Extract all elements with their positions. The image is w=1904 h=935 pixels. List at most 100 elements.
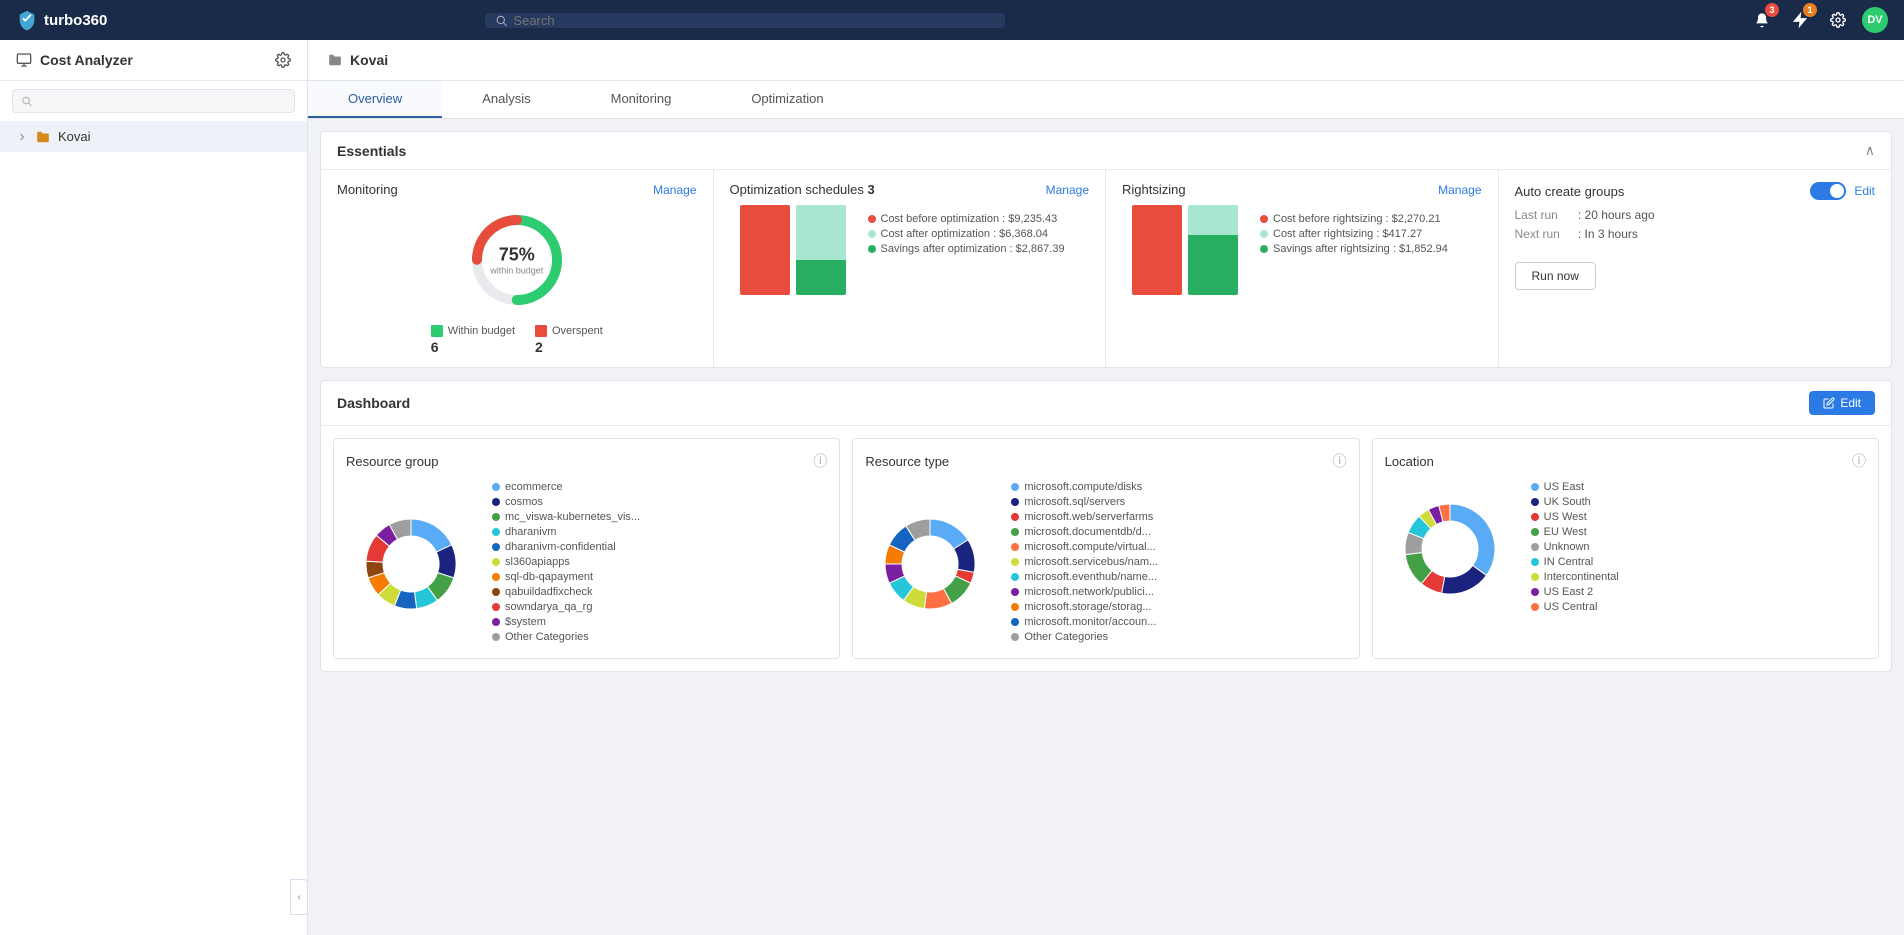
tab-analysis[interactable]: Analysis <box>442 81 570 118</box>
legend-item: microsoft.sql/servers <box>1011 496 1346 508</box>
folder-icon <box>36 130 50 144</box>
rightsizing-bar-chart <box>1122 205 1248 295</box>
optimization-header: Optimization schedules 3 Manage <box>730 182 1090 197</box>
auto-create-toggle[interactable] <box>1810 182 1846 200</box>
sidebar-settings-icon[interactable] <box>275 52 291 68</box>
toggle-knob <box>1830 184 1844 198</box>
legend-dot <box>1011 633 1019 641</box>
legend-item: IN Central <box>1531 556 1866 568</box>
legend-item: dharanivm <box>492 526 827 538</box>
settings-button[interactable] <box>1824 6 1852 34</box>
legend-dot <box>1531 603 1539 611</box>
legend-item: dharanivm-confidential <box>492 541 827 553</box>
dashboard-edit-button[interactable]: Edit <box>1809 391 1875 415</box>
budget-legend: Within budget 6 Overspent 2 <box>431 325 603 355</box>
legend-dot <box>1531 558 1539 566</box>
notifications-button[interactable]: 3 <box>1748 6 1776 34</box>
alerts-badge: 1 <box>1803 3 1817 17</box>
sidebar-search-input[interactable] <box>38 94 286 108</box>
within-budget-bar <box>431 325 443 337</box>
overspent-legend: Overspent 2 <box>535 325 603 355</box>
charts-grid: Resource group ⓘ ecommercecosmosmc_viswa… <box>321 426 1891 671</box>
sidebar-search-icon <box>21 95 32 107</box>
sidebar-search[interactable] <box>12 89 295 113</box>
dashboard-header: Dashboard Edit <box>321 381 1891 426</box>
main-tabs: Overview Analysis Monitoring Optimizatio… <box>308 81 1904 119</box>
essentials-collapse-button[interactable]: ∧ <box>1865 142 1875 159</box>
legend-item: US East 2 <box>1531 586 1866 598</box>
dashboard-title: Dashboard <box>337 395 410 411</box>
legend-dot <box>492 483 500 491</box>
sidebar-title: Cost Analyzer <box>16 52 133 68</box>
legend-item: Other Categories <box>1011 631 1346 643</box>
tab-optimization[interactable]: Optimization <box>711 81 863 118</box>
location-donut <box>1385 484 1515 614</box>
legend-dot <box>492 573 500 581</box>
legend-dot <box>492 603 500 611</box>
legend-dot <box>1011 603 1019 611</box>
legend-item: microsoft.monitor/accoun... <box>1011 616 1346 628</box>
resource-group-info-icon[interactable]: ⓘ <box>813 451 827 471</box>
within-budget-legend: Within budget 6 <box>431 325 515 355</box>
legend-dot <box>1011 573 1019 581</box>
resource-type-legend: microsoft.compute/disks microsoft.sql/ser… <box>1011 481 1346 646</box>
essentials-grid: Monitoring Manage <box>321 170 1891 367</box>
legend-dot <box>1531 588 1539 596</box>
essentials-section: Essentials ∧ Monitoring Manage <box>320 131 1892 368</box>
search-bar[interactable] <box>485 13 1005 28</box>
sidebar-item-kovai[interactable]: Kovai <box>0 121 307 152</box>
legend-item: UK South <box>1531 496 1866 508</box>
resource-type-header: Resource type ⓘ <box>865 451 1346 471</box>
legend-item: ecommerce <box>492 481 827 493</box>
monitoring-donut-wrapper: 75% within budget <box>462 205 572 315</box>
legend-dot <box>492 498 500 506</box>
legend-item: microsoft.compute/disks <box>1011 481 1346 493</box>
resource-group-legend: ecommercecosmosmc_viswa-kubernetes_vis..… <box>492 481 827 646</box>
sidebar-collapse-button[interactable]: ‹ <box>290 879 308 915</box>
legend-dot <box>1011 618 1019 626</box>
tab-overview[interactable]: Overview <box>308 81 442 118</box>
resource-type-donut <box>865 499 995 629</box>
legend-item: microsoft.compute/virtual... <box>1011 541 1346 553</box>
edit-icon <box>1823 397 1835 409</box>
legend-item: sql-db-qapayment <box>492 571 827 583</box>
monitoring-header: Monitoring Manage <box>337 182 697 197</box>
topnav: turbo360 3 1 DV <box>0 0 1904 40</box>
optimization-cell: Optimization schedules 3 Manage <box>714 170 1107 367</box>
legend-dot <box>1011 513 1019 521</box>
auto-create-cell: Auto create groups Edit Last run : 20 ho… <box>1499 170 1892 367</box>
page-header: Kovai <box>308 40 1904 81</box>
legend-item: microsoft.web/serverfarms <box>1011 511 1346 523</box>
logo-icon <box>16 9 38 31</box>
alerts-button[interactable]: 1 <box>1786 6 1814 34</box>
location-info-icon[interactable]: ⓘ <box>1852 451 1866 471</box>
optimization-manage-link[interactable]: Manage <box>1046 183 1089 197</box>
legend-item: Intercontinental <box>1531 571 1866 583</box>
location-chart-row: US EastUK SouthUS WestEU WestUnknownIN C… <box>1385 481 1866 616</box>
user-avatar[interactable]: DV <box>1862 7 1888 33</box>
sidebar-header: Cost Analyzer <box>0 40 307 81</box>
legend-dot <box>1531 528 1539 536</box>
search-input[interactable] <box>513 13 994 28</box>
tab-monitoring[interactable]: Monitoring <box>571 81 712 118</box>
app-logo[interactable]: turbo360 <box>16 9 107 31</box>
resource-type-chart-row: microsoft.compute/disks microsoft.sql/ser… <box>865 481 1346 646</box>
resource-type-info-icon[interactable]: ⓘ <box>1333 451 1347 471</box>
legend-dot <box>1531 498 1539 506</box>
cost-analyzer-icon <box>16 52 32 68</box>
legend-dot <box>1531 513 1539 521</box>
chevron-right-icon <box>16 131 28 143</box>
legend-item: cosmos <box>492 496 827 508</box>
legend-dot <box>1531 573 1539 581</box>
rightsizing-legend: Cost before rightsizing : $2,270.21 Cost… <box>1260 213 1448 258</box>
rightsizing-manage-link[interactable]: Manage <box>1438 183 1481 197</box>
run-now-button[interactable]: Run now <box>1515 262 1596 290</box>
topnav-actions: 3 1 DV <box>1748 6 1888 34</box>
monitoring-manage-link[interactable]: Manage <box>653 183 696 197</box>
legend-item: microsoft.network/publici... <box>1011 586 1346 598</box>
resource-type-card: Resource type ⓘ microsoft.compute/disksm… <box>852 438 1359 659</box>
location-header: Location ⓘ <box>1385 451 1866 471</box>
sidebar: Cost Analyzer Kovai ‹ <box>0 40 308 935</box>
auto-create-edit-link[interactable]: Edit <box>1854 184 1875 198</box>
legend-dot <box>1011 528 1019 536</box>
